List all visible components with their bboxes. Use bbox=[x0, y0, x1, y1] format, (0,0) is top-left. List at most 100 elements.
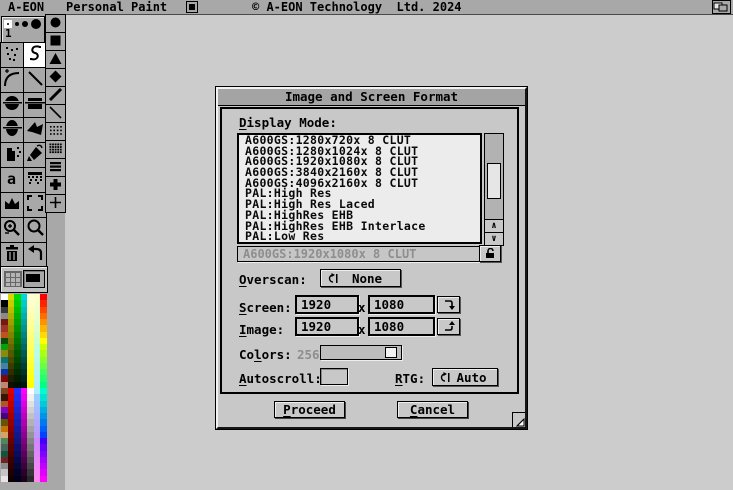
hlines-brush-icon bbox=[48, 158, 63, 177]
zoom-in-icon bbox=[2, 218, 22, 242]
colors-slider-thumb[interactable] bbox=[385, 347, 397, 358]
image-height-field[interactable]: 1080 bbox=[368, 317, 435, 336]
brush-size-selector[interactable]: 1 bbox=[1, 16, 45, 43]
tool-airbrush[interactable] bbox=[1, 143, 23, 167]
current-color-box[interactable] bbox=[23, 270, 45, 288]
brush-size-4[interactable] bbox=[31, 19, 41, 29]
brush-triangle[interactable] bbox=[46, 51, 65, 68]
tool-brush-pickup[interactable] bbox=[1, 193, 23, 217]
scrollbar-thumb[interactable] bbox=[487, 163, 501, 199]
tool-undo[interactable] bbox=[24, 243, 46, 267]
brush-diamond[interactable] bbox=[46, 69, 65, 86]
tool-line[interactable] bbox=[24, 68, 46, 92]
colors-slider[interactable] bbox=[320, 345, 402, 360]
tool-rectangle[interactable] bbox=[24, 93, 46, 117]
app-title: Personal Paint bbox=[66, 0, 167, 14]
copy-image-to-screen-button[interactable] bbox=[437, 318, 460, 335]
current-color-swatch bbox=[26, 274, 40, 282]
cross-brush-icon bbox=[48, 176, 63, 195]
palette-color[interactable] bbox=[14, 476, 21, 482]
triangle-brush-icon bbox=[48, 50, 63, 69]
dots-icon bbox=[2, 43, 22, 67]
tool-curve[interactable] bbox=[1, 68, 23, 92]
autoscroll-checkbox[interactable] bbox=[320, 368, 348, 385]
palette-color[interactable] bbox=[1, 476, 8, 482]
select-rect-icon bbox=[25, 193, 45, 217]
image-x-separator: x bbox=[358, 322, 366, 337]
tool-magnify[interactable] bbox=[24, 218, 46, 242]
palette-grid-icon[interactable] bbox=[4, 271, 22, 287]
proceed-button[interactable]: Proceed bbox=[274, 401, 345, 418]
copy-screen-to-image-button[interactable] bbox=[437, 296, 460, 313]
brush-size-3[interactable] bbox=[22, 21, 28, 27]
brush-cross[interactable] bbox=[46, 177, 65, 194]
tool-gradient[interactable] bbox=[24, 168, 46, 192]
tool-fill[interactable] bbox=[24, 143, 46, 167]
color-swatch-panel bbox=[0, 266, 48, 293]
brush-square[interactable] bbox=[46, 33, 65, 50]
brush-size-number: 1 bbox=[5, 27, 12, 40]
airbrush-icon bbox=[2, 143, 22, 167]
personal-paint-icon bbox=[186, 1, 198, 16]
resize-handle-icon[interactable] bbox=[512, 412, 525, 427]
tool-zoom-in[interactable] bbox=[1, 218, 23, 242]
crown-icon bbox=[2, 193, 22, 217]
tool-polygon[interactable] bbox=[24, 118, 46, 142]
overscan-cycle[interactable]: None bbox=[320, 269, 401, 287]
square-brush-icon bbox=[48, 32, 63, 51]
tool-circle[interactable] bbox=[1, 93, 23, 117]
builtin-brush-column bbox=[45, 14, 66, 213]
display-mode-label: Display Mode: bbox=[239, 115, 337, 130]
brush-dots-sparse[interactable] bbox=[46, 123, 65, 140]
screen-x-separator: x bbox=[358, 300, 366, 315]
scroll-arrows: ∧ ∨ bbox=[484, 219, 504, 246]
cancel-button[interactable]: Cancel bbox=[397, 401, 468, 418]
brush-backslash[interactable] bbox=[46, 105, 65, 122]
rtg-cycle[interactable]: Auto bbox=[432, 368, 498, 386]
palette-color[interactable] bbox=[8, 476, 15, 482]
brush-slash[interactable] bbox=[46, 87, 65, 104]
brush-dots-dense[interactable] bbox=[46, 141, 65, 158]
tool-define-brush[interactable] bbox=[24, 193, 46, 217]
diamond-brush-icon bbox=[48, 68, 63, 87]
tool-dotted-freehand[interactable] bbox=[1, 43, 23, 67]
palette-color[interactable] bbox=[40, 476, 47, 482]
palette-column bbox=[8, 294, 15, 482]
palette-color[interactable] bbox=[34, 476, 41, 482]
color-palette bbox=[1, 294, 47, 482]
dialog-title[interactable]: Image and Screen Format bbox=[218, 89, 525, 106]
palette-column bbox=[27, 294, 34, 482]
mode-lock-button[interactable] bbox=[479, 245, 501, 262]
screen-height-field[interactable]: 1080 bbox=[368, 295, 435, 314]
overscan-value: None bbox=[338, 271, 400, 286]
palette-column bbox=[21, 294, 28, 482]
toolbox-window: 1 a bbox=[0, 14, 65, 490]
palette-column bbox=[1, 294, 8, 482]
screen-depth-gadget-icon[interactable] bbox=[712, 0, 731, 14]
brush-plus[interactable] bbox=[46, 195, 65, 212]
tool-ellipse[interactable] bbox=[1, 118, 23, 142]
plus-brush-icon bbox=[48, 194, 63, 213]
palette-column bbox=[40, 294, 47, 482]
image-label: Image: bbox=[239, 322, 284, 337]
tool-trash[interactable] bbox=[1, 243, 23, 267]
palette-color[interactable] bbox=[27, 476, 34, 482]
scroll-up-icon[interactable]: ∧ bbox=[485, 220, 503, 233]
list-scrollbar[interactable] bbox=[484, 133, 504, 222]
brush-round[interactable] bbox=[46, 15, 65, 32]
image-width-field[interactable]: 1920 bbox=[295, 317, 359, 336]
arrow-down-curve-icon bbox=[443, 295, 455, 314]
brush-size-2[interactable] bbox=[15, 22, 19, 26]
display-mode-item[interactable]: PAL:Low Res bbox=[239, 231, 480, 242]
brush-lines[interactable] bbox=[46, 159, 65, 176]
arrow-up-curve-icon bbox=[443, 317, 455, 336]
screen-width-field[interactable]: 1920 bbox=[295, 295, 359, 314]
screen-label: Screen: bbox=[239, 300, 292, 315]
tool-text[interactable]: a bbox=[1, 168, 23, 192]
selected-mode-field[interactable]: A600GS:1920x1080x 8 CLUT bbox=[237, 246, 482, 262]
screen-title-left: A-EON bbox=[8, 0, 44, 14]
ellipse-tool-icon bbox=[2, 118, 22, 142]
tool-freehand[interactable] bbox=[24, 43, 46, 67]
display-mode-list[interactable]: A600GS:1280x720x 8 CLUTA600GS:1280x1024x… bbox=[237, 133, 482, 244]
palette-color[interactable] bbox=[21, 476, 28, 482]
